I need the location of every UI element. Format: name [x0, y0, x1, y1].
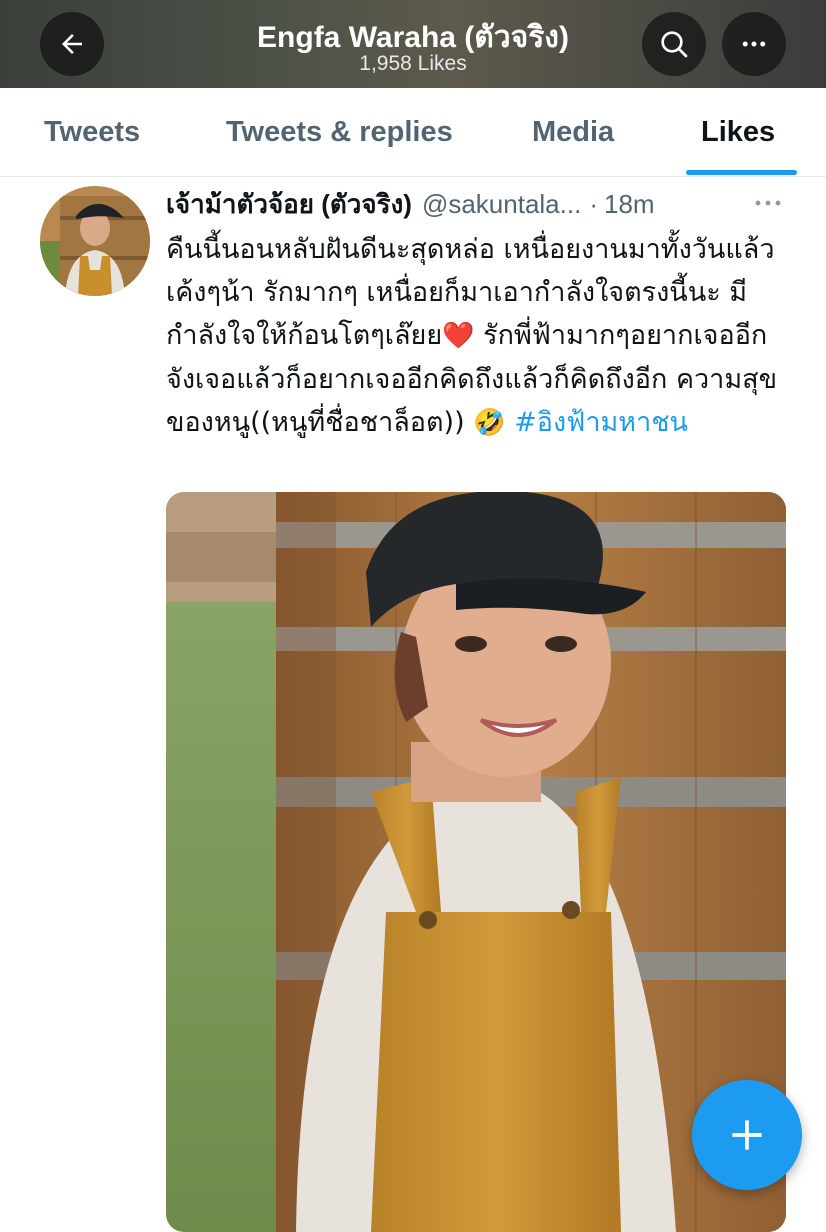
tab-tweets[interactable]: Tweets — [44, 88, 140, 176]
arrow-left-icon — [62, 34, 82, 54]
profile-tabs: Tweets Tweets & replies Media Likes — [0, 88, 826, 177]
tweet-text: คืนนี้นอนหลับฝันดีนะสุดหล่อ เหนื่อยงานมา… — [166, 228, 796, 445]
tweet-author-name[interactable]: เจ้าม้าตัวจ้อย (ตัวจริง) — [166, 184, 412, 225]
compose-tweet-button[interactable] — [692, 1080, 802, 1190]
more-horizontal-icon — [742, 41, 766, 47]
avatar[interactable] — [40, 186, 150, 296]
tweet-timestamp[interactable]: 18m — [604, 189, 655, 220]
plus-icon — [732, 1120, 762, 1150]
tweet-more-button[interactable] — [750, 188, 786, 218]
heart-emoji: ❤️ — [442, 321, 475, 351]
likes-count: 1,958 Likes — [359, 52, 467, 75]
laughing-emoji: 🤣 — [473, 408, 506, 438]
tweet-author-handle[interactable]: @sakuntala... — [422, 189, 581, 220]
search-button[interactable] — [642, 12, 706, 76]
tweet-separator: · — [589, 188, 598, 219]
tab-likes[interactable]: Likes — [701, 88, 775, 176]
tab-media[interactable]: Media — [532, 88, 614, 176]
more-options-button[interactable] — [722, 12, 786, 76]
search-icon — [661, 31, 688, 58]
tweet-hashtag[interactable]: #อิงฟ้ามหาชน — [506, 407, 688, 438]
tweet-header: เจ้าม้าตัวจ้อย (ตัวจริง) @sakuntala... ·… — [166, 184, 786, 224]
more-horizontal-icon — [755, 200, 781, 206]
back-button[interactable] — [40, 12, 104, 76]
active-tab-indicator — [686, 170, 797, 175]
profile-header: Engfa Waraha (ตัวจริง) 1,958 Likes — [0, 0, 826, 88]
tab-tweets-replies[interactable]: Tweets & replies — [226, 88, 453, 176]
